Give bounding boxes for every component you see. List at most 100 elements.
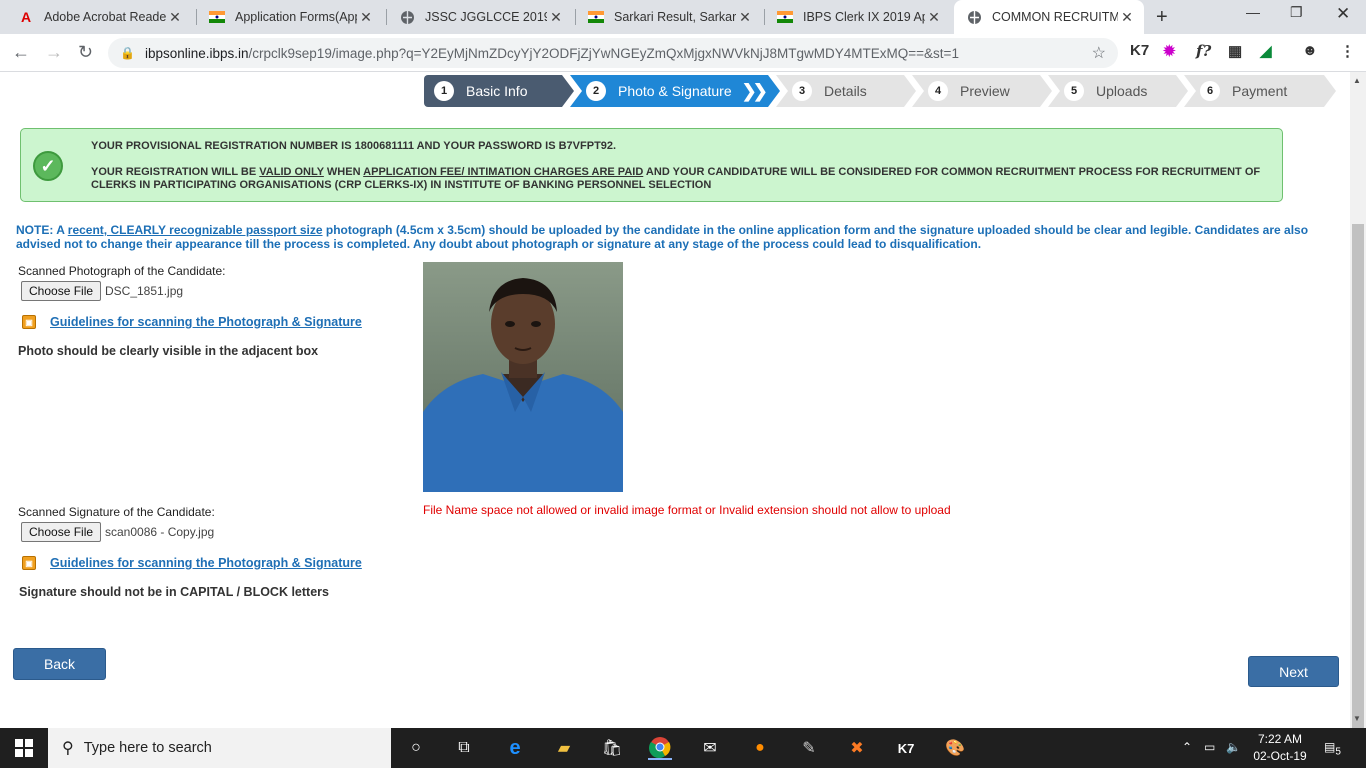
guidelines-link-text[interactable]: Guidelines for scanning the Photograph &… bbox=[50, 556, 362, 570]
mail-icon[interactable]: ✉ bbox=[698, 736, 722, 760]
url-path: /crpclk9sep19/image.php?q=Y2EyMjNmZDcyYj… bbox=[248, 45, 959, 61]
step-number: 6 bbox=[1200, 81, 1220, 101]
back-arrow-icon[interactable]: ← bbox=[12, 42, 30, 63]
scroll-up-icon[interactable]: ▲ bbox=[1353, 76, 1361, 85]
minimize-icon[interactable]: — bbox=[1246, 4, 1260, 20]
volume-icon[interactable]: 🔈 bbox=[1226, 740, 1241, 754]
firefox-icon[interactable]: ● bbox=[748, 736, 772, 760]
photo-note: NOTE: A recent, CLEARLY recognizable pas… bbox=[16, 223, 1309, 251]
maximize-icon[interactable]: ❐ bbox=[1290, 4, 1303, 21]
photo-choose-file-button[interactable]: Choose File bbox=[21, 281, 102, 301]
tab-label: Sarkari Result, Sarkari R bbox=[614, 10, 736, 24]
tab-acrobat[interactable]: A Adobe Acrobat Reader ✕ bbox=[6, 0, 192, 34]
new-tab-button[interactable]: + bbox=[1156, 6, 1168, 29]
step-number: 5 bbox=[1064, 81, 1084, 101]
battery-icon[interactable]: ▭ bbox=[1204, 740, 1215, 754]
signature-choose-file-button[interactable]: Choose File bbox=[21, 522, 102, 542]
calculator-extension-icon[interactable]: ▦ bbox=[1228, 42, 1242, 60]
file-explorer-icon[interactable]: ▰ bbox=[552, 736, 576, 760]
globe-icon bbox=[966, 9, 982, 25]
tab-label: COMMON RECRUITMEI bbox=[992, 10, 1118, 24]
registration-notice: ✓ YOUR PROVISIONAL REGISTRATION NUMBER I… bbox=[20, 128, 1283, 202]
cast-extension-icon[interactable]: ◢ bbox=[1260, 42, 1272, 60]
chevron-up-icon[interactable]: ⌃ bbox=[1182, 740, 1192, 754]
close-icon[interactable]: ✕ bbox=[925, 9, 943, 26]
step-photo-signature[interactable]: 2 Photo & Signature ❯❯ bbox=[570, 75, 780, 107]
star-icon[interactable]: ☆ bbox=[1092, 43, 1106, 63]
photo-file-name: DSC_1851.jpg bbox=[105, 284, 184, 298]
close-icon[interactable]: ✕ bbox=[1118, 9, 1136, 26]
back-button[interactable]: Back bbox=[13, 648, 106, 680]
document-icon: ▣ bbox=[22, 556, 36, 570]
chrome-icon[interactable] bbox=[648, 736, 672, 760]
k7-extension-icon[interactable]: K7 bbox=[1130, 42, 1149, 59]
step-basic-info[interactable]: 1 Basic Info bbox=[424, 75, 574, 107]
tab-jssc[interactable]: JSSC JGGLCCE 2019 ✕ bbox=[387, 0, 573, 34]
tab-label: JSSC JGGLCCE 2019 bbox=[425, 10, 547, 24]
step-details[interactable]: 3 Details bbox=[776, 75, 916, 107]
system-clock[interactable]: 7:22 AM 02-Oct-19 bbox=[1250, 731, 1310, 765]
notifications-icon[interactable]: ▤5 bbox=[1324, 740, 1341, 757]
reload-icon[interactable]: ↻ bbox=[78, 42, 93, 63]
tab-common-recruitment[interactable]: COMMON RECRUITMEI ✕ bbox=[954, 0, 1144, 34]
cortana-icon[interactable]: ○ bbox=[404, 736, 428, 760]
menu-icon[interactable]: ⋮ bbox=[1340, 42, 1355, 60]
notification-count: 5 bbox=[1335, 746, 1341, 758]
photo-label: Scanned Photograph of the Candidate: bbox=[18, 264, 226, 278]
step-payment[interactable]: 6 Payment bbox=[1184, 75, 1336, 107]
india-flag-icon bbox=[588, 9, 604, 25]
paint-icon[interactable]: ✎ bbox=[797, 736, 821, 760]
page-content: 1 Basic Info 2 Photo & Signature ❯❯ 3 De… bbox=[0, 72, 1350, 728]
taskbar-search-box[interactable]: ⚲ Type here to search bbox=[48, 728, 391, 768]
font-extension-icon[interactable]: f? bbox=[1196, 42, 1211, 60]
photo-hint: Photo should be clearly visible in the a… bbox=[18, 344, 319, 358]
store-icon[interactable]: 🛍 bbox=[600, 736, 624, 760]
acrobat-icon: A bbox=[20, 9, 32, 25]
search-placeholder: Type here to search bbox=[83, 740, 212, 756]
color-extension-icon[interactable]: ✹ bbox=[1163, 42, 1176, 60]
profile-avatar-icon[interactable]: ☻ bbox=[1302, 42, 1318, 59]
next-button[interactable]: Next bbox=[1248, 656, 1339, 687]
tab-ibps-clerk[interactable]: IBPS Clerk IX 2019 Appl ✕ bbox=[765, 0, 951, 34]
tab-sarkari-result[interactable]: Sarkari Result, Sarkari R ✕ bbox=[576, 0, 762, 34]
url-host: ibpsonline.ibps.in bbox=[144, 45, 249, 61]
guidelines-link-text[interactable]: Guidelines for scanning the Photograph &… bbox=[50, 315, 362, 329]
step-label: Photo & Signature bbox=[618, 83, 732, 99]
signature-hint: Signature should not be in CAPITAL / BLO… bbox=[19, 585, 329, 599]
close-icon[interactable]: ✕ bbox=[547, 9, 565, 26]
step-preview[interactable]: 4 Preview bbox=[912, 75, 1052, 107]
forward-arrow-icon[interactable]: → bbox=[45, 42, 63, 63]
signature-label: Scanned Signature of the Candidate: bbox=[18, 505, 215, 519]
step-uploads[interactable]: 5 Uploads bbox=[1048, 75, 1188, 107]
tab-application-forms[interactable]: Application Forms(Appl ✕ bbox=[197, 0, 383, 34]
tab-label: IBPS Clerk IX 2019 Appl bbox=[803, 10, 925, 24]
scroll-down-icon[interactable]: ▼ bbox=[1353, 714, 1361, 723]
k7-taskbar-icon[interactable]: K7 bbox=[894, 736, 918, 760]
tab-strip: A Adobe Acrobat Reader ✕ Application For… bbox=[0, 0, 1366, 34]
globe-icon bbox=[399, 9, 415, 25]
signature-guidelines-link[interactable]: ▣ Guidelines for scanning the Photograph… bbox=[22, 556, 362, 570]
close-icon[interactable]: ✕ bbox=[736, 9, 754, 26]
search-icon: ⚲ bbox=[62, 740, 74, 757]
step-number: 2 bbox=[586, 81, 606, 101]
photo-guidelines-link[interactable]: ▣ Guidelines for scanning the Photograph… bbox=[22, 315, 362, 329]
xampp-icon[interactable]: ✖ bbox=[845, 736, 869, 760]
clock-time: 7:22 AM bbox=[1257, 732, 1303, 746]
step-label: Uploads bbox=[1096, 83, 1148, 99]
close-window-icon[interactable]: ✕ bbox=[1336, 4, 1350, 24]
close-icon[interactable]: ✕ bbox=[357, 9, 375, 26]
page-scrollbar[interactable]: ▲ ▼ bbox=[1350, 72, 1366, 754]
signature-error-message: File Name space not allowed or invalid i… bbox=[423, 503, 951, 517]
scrollbar-thumb[interactable] bbox=[1352, 224, 1364, 754]
windows-start-icon[interactable] bbox=[12, 736, 36, 760]
paint-palette-icon[interactable]: 🎨 bbox=[943, 736, 967, 760]
edge-icon[interactable]: e bbox=[503, 736, 527, 760]
task-view-icon[interactable]: ⧉ bbox=[452, 736, 476, 760]
step-label: Preview bbox=[960, 83, 1010, 99]
india-flag-icon bbox=[209, 9, 225, 25]
windows-taskbar: ⚲ Type here to search ○ ⧉ e ▰ 🛍 ✉ ● ✎ ✖ … bbox=[0, 728, 1366, 768]
registration-validity-text: YOUR REGISTRATION WILL BE VALID ONLY WHE… bbox=[91, 166, 1261, 191]
candidate-photo bbox=[423, 262, 623, 492]
url-field[interactable]: 🔒 ibpsonline.ibps.in/crpclk9sep19/image.… bbox=[108, 38, 1118, 68]
close-icon[interactable]: ✕ bbox=[166, 9, 184, 26]
